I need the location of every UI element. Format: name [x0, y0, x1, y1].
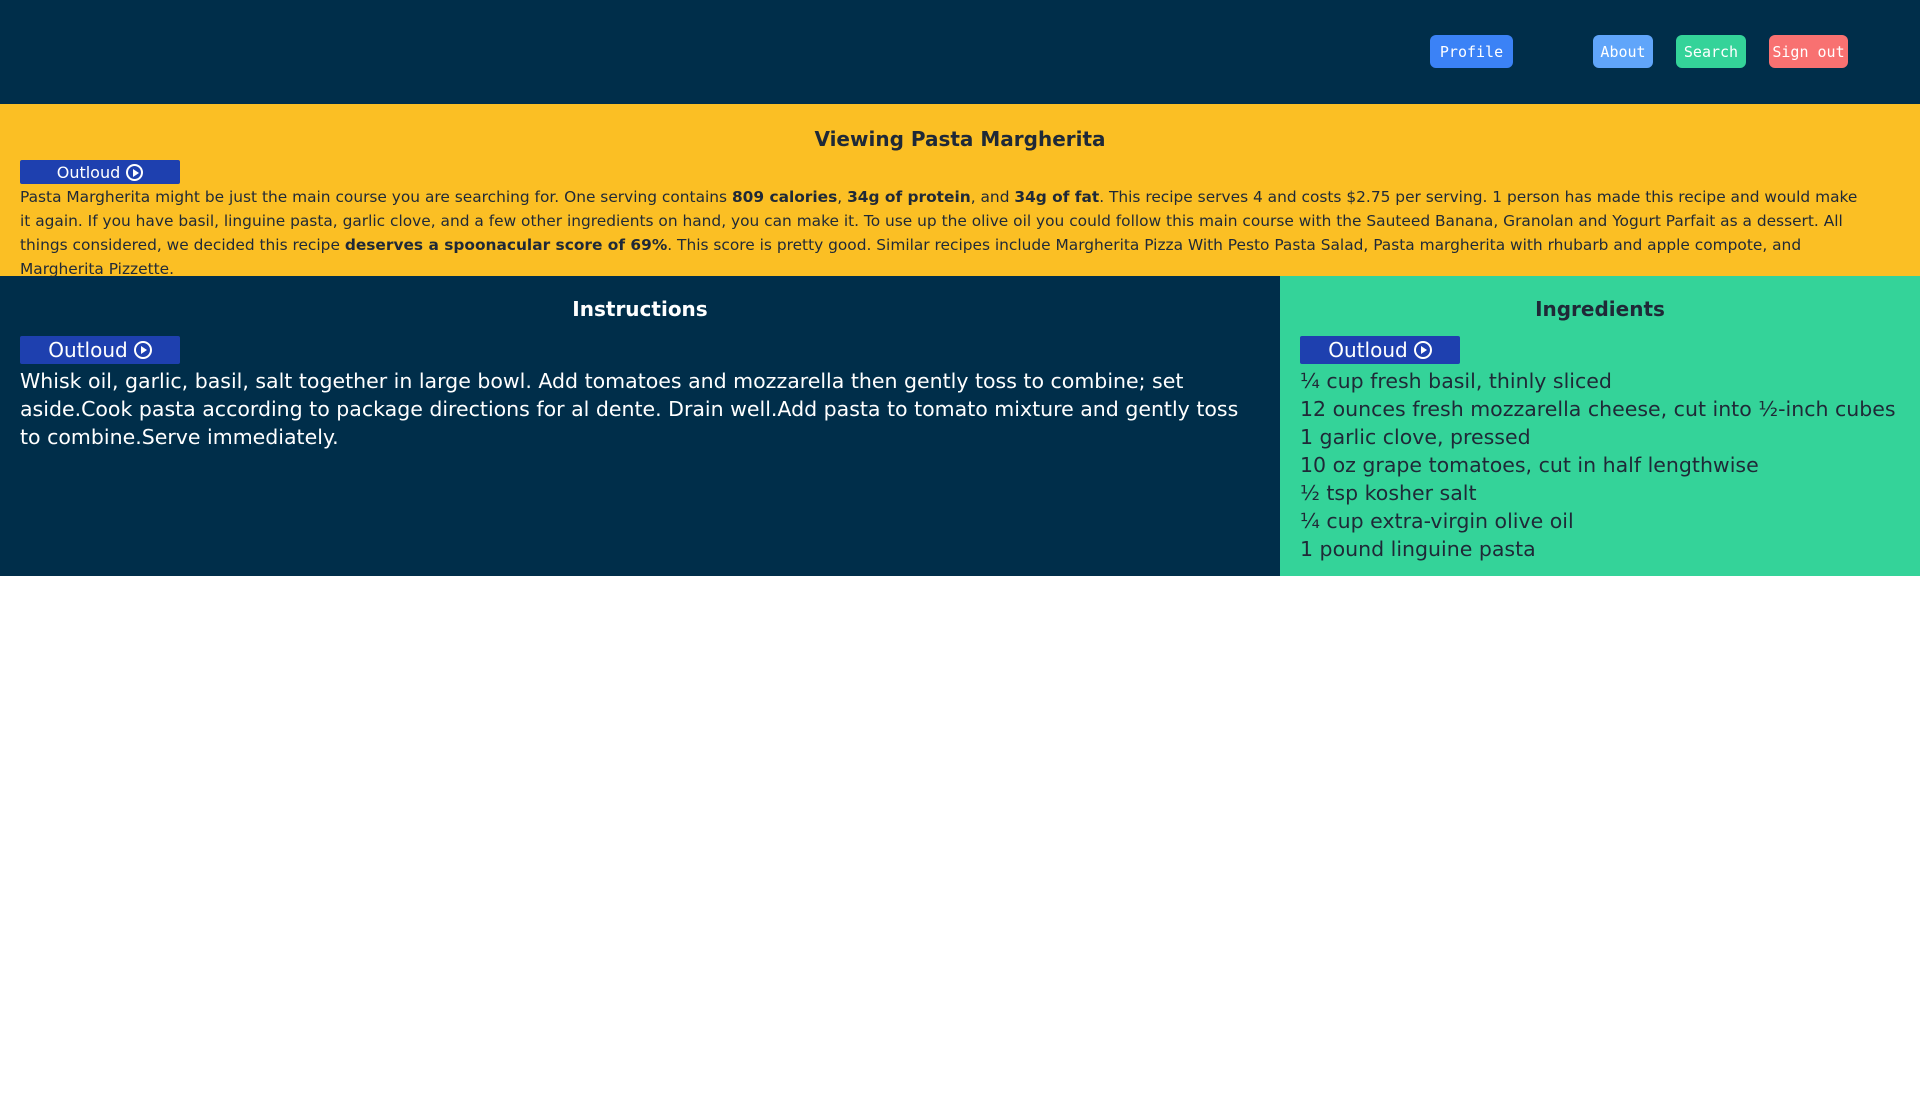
ingredient-item: ¼ cup fresh basil, thinly sliced: [1300, 369, 1612, 393]
summary-text-run: ,: [837, 188, 848, 206]
page-title: Viewing Pasta Margherita: [814, 127, 1106, 151]
ingredient-item: 10 oz grape tomatoes, cut in half length…: [1300, 453, 1759, 477]
top-navbar: Profile About Search Sign out: [0, 0, 1920, 104]
play-circle-icon: [1413, 341, 1432, 359]
ingredient-item: 1 garlic clove, pressed: [1300, 425, 1531, 449]
profile-button[interactable]: Profile: [1430, 35, 1513, 68]
ingredients-list: ¼ cup fresh basil, thinly sliced 12 ounc…: [1300, 367, 1900, 563]
recipe-summary-text: Pasta Margherita might be just the main …: [20, 185, 1870, 281]
ingredients-title: Ingredients: [1535, 297, 1665, 321]
search-button[interactable]: Search: [1676, 35, 1746, 68]
summary-highlight: 34g of protein: [847, 188, 971, 206]
sign-out-button[interactable]: Sign out: [1769, 35, 1848, 68]
instructions-title: Instructions: [572, 297, 708, 321]
instructions-text: Whisk oil, garlic, basil, salt together …: [20, 369, 1239, 449]
outloud-label: Outloud: [48, 338, 128, 362]
summary-outloud-button[interactable]: Outloud: [20, 160, 180, 184]
ingredient-item: 12 ounces fresh mozzarella cheese, cut i…: [1300, 397, 1896, 421]
ingredient-item: ¼ cup extra-virgin olive oil: [1300, 509, 1574, 533]
recipe-detail-panels: Instructions Outloud Whisk oil, garlic, …: [0, 276, 1920, 576]
outloud-label: Outloud: [56, 162, 121, 182]
ingredient-item: ½ tsp kosher salt: [1300, 481, 1477, 505]
play-circle-icon: [133, 341, 152, 359]
instructions-outloud-button[interactable]: Outloud: [20, 336, 180, 364]
summary-text-run: Pasta Margherita might be just the main …: [20, 188, 732, 206]
ingredients-outloud-button[interactable]: Outloud: [1300, 336, 1460, 364]
ingredients-panel: Ingredients Outloud ¼ cup fresh basil, t…: [1280, 276, 1920, 576]
about-button[interactable]: About: [1593, 35, 1653, 68]
recipe-summary-section: Viewing Pasta Margherita Outloud Pasta M…: [0, 104, 1920, 278]
summary-highlight: 34g of fat: [1014, 188, 1100, 206]
instructions-panel: Instructions Outloud Whisk oil, garlic, …: [0, 276, 1280, 576]
outloud-label: Outloud: [1328, 338, 1408, 362]
summary-highlight: deserves a spoonacular score of 69%: [344, 236, 668, 254]
play-circle-icon: [126, 163, 144, 181]
ingredient-item: 1 pound linguine pasta: [1300, 537, 1536, 561]
summary-text-run: , and: [970, 188, 1015, 206]
summary-highlight: 809 calories: [731, 188, 838, 206]
